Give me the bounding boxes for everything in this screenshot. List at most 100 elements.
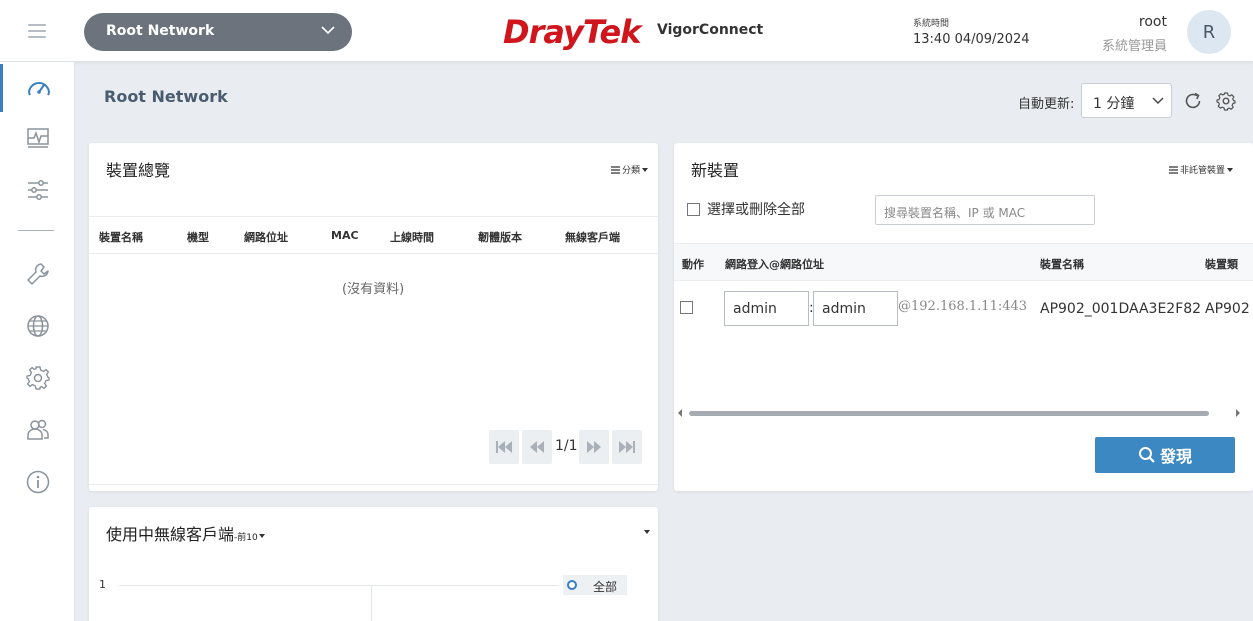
wireless-clients-title-text: 使用中無線客戶端 [106,525,235,544]
column-header[interactable]: 機型 [187,229,209,245]
legend-label: 全部 [593,580,618,594]
auto-refresh-label: 自動更新: [1018,97,1075,112]
horizontal-scrollbar[interactable] [677,405,1241,421]
unmanaged-menu-label: 非託管裝置 [1180,166,1226,176]
select-all-label: 選擇或刪除全部 [707,202,805,218]
discover-button[interactable]: 發現 [1095,437,1235,473]
auto-refresh-select[interactable]: 1 分鐘 [1081,83,1172,118]
sidebar-item-network[interactable] [0,302,75,350]
device-search-input[interactable]: 搜尋裝置名稱、IP 或 MAC [875,195,1095,225]
column-header[interactable]: 上線時間 [390,229,434,245]
sidebar-item-system[interactable] [0,354,75,402]
new-devices-table-header: 動作 網路登入@網路位址 裝置名稱 裝置類 [674,243,1253,281]
last-page-button[interactable] [612,430,642,464]
prev-page-button[interactable] [522,430,552,464]
category-menu-label: 分類 [622,166,641,176]
auto-refresh-value: 1 分鐘 [1093,96,1135,112]
dashboard-icon [28,82,50,96]
username-value: admin [733,301,777,317]
discover-label: 發現 [1159,447,1192,466]
caret-down-icon [1227,167,1234,172]
refresh-icon[interactable] [1182,90,1204,112]
password-value: admin [822,301,866,317]
select-all-checkbox[interactable] [687,203,700,216]
column-header[interactable]: 裝置名稱 [99,229,143,245]
legend-item-all[interactable]: 全部 [563,575,627,595]
network-selector-label: Root Network [106,23,215,39]
unmanaged-devices-menu[interactable]: 非託管裝置 [1169,163,1234,176]
sidebar-item-about[interactable] [0,458,75,506]
chart-gridline [119,585,559,586]
panel-footer-divider [89,484,658,485]
password-input[interactable]: admin [813,291,898,326]
list-icon [611,165,620,174]
draytek-logo: DrayTek [503,12,641,52]
device-overview-table-header: 裝置名稱 機型 網路位址 MAC 上線時間 韌體版本 無線客戶端 [89,216,658,254]
rewind-icon [530,441,544,453]
caret-down-icon [258,533,265,538]
sidebar-item-dashboard[interactable] [0,64,75,112]
wireless-clients-title: 使用中無線客戶端-前10 [106,521,265,545]
sidebar-item-settings-sliders[interactable] [0,166,75,214]
top-header: Root Network DrayTek VigorConnect 系統時間 1… [0,0,1253,62]
device-overview-category-menu[interactable]: 分類 [611,163,649,176]
sidebar [0,62,75,621]
sidebar-item-users[interactable] [0,406,75,454]
sidebar-item-tools[interactable] [0,250,75,298]
column-header[interactable]: 裝置類 [1205,256,1238,272]
scroll-right-icon [1236,409,1240,417]
username-input[interactable]: admin [724,291,809,326]
monitor-icon [26,128,49,148]
row-select-checkbox[interactable] [680,301,693,314]
chart-gridline-vertical [371,585,372,621]
user-name: root [1138,14,1167,30]
new-devices-title: 新裝置 [691,161,740,180]
network-selector[interactable]: Root Network [84,13,352,51]
column-header[interactable]: 網路位址 [244,229,288,245]
chevron-down-icon [1152,97,1164,104]
column-header[interactable]: MAC [331,229,359,242]
device-overview-title: 裝置總覽 [106,161,171,180]
panel-dropdown-icon[interactable] [644,530,650,534]
user-role: 系統管理員 [1101,39,1167,54]
settings-gear-icon[interactable] [1215,90,1237,112]
globe-icon [26,315,49,337]
next-page-button[interactable] [579,430,609,464]
system-time-value: 13:40 04/09/2024 [913,32,1030,47]
caret-down-icon [642,167,649,172]
device-address: @192.168.1.11:443 [898,299,1028,314]
search-placeholder: 搜尋裝置名稱、IP 或 MAC [884,206,1026,220]
sidebar-item-monitor[interactable] [0,114,75,162]
page-indicator: 1/1 [555,438,578,454]
fast-forward-icon [587,441,601,453]
column-header[interactable]: 裝置名稱 [1040,256,1084,272]
avatar[interactable]: R [1187,10,1231,54]
skip-last-icon [619,441,635,453]
column-header[interactable]: 無線客戶端 [565,229,620,245]
sliders-icon [27,180,48,200]
device-name: AP902_001DAA3E2F82 [1040,301,1202,317]
app-name: VigorConnect [657,22,764,38]
legend-marker [567,580,577,590]
scrollbar-thumb[interactable] [689,411,1209,416]
first-page-button[interactable] [489,430,519,464]
no-data-message: (沒有資料) [342,282,405,297]
list-icon [1169,165,1178,174]
search-icon [1138,447,1155,463]
skip-first-icon [496,441,512,453]
top-ten-label[interactable]: -前10 [234,533,258,543]
column-header[interactable]: 韌體版本 [478,229,522,245]
column-header[interactable]: 動作 [682,256,704,272]
sidebar-divider [18,230,54,231]
system-time-label: 系統時間 [913,19,950,29]
column-header[interactable]: 網路登入@網路位址 [725,256,824,272]
menu-toggle-icon[interactable] [28,24,46,38]
gear-icon [25,366,50,390]
page-title: Root Network [104,87,228,106]
device-type: AP902 [1205,301,1250,317]
y-axis-tick: 1 [99,578,106,591]
wrench-icon [26,263,49,285]
brand-name: DrayTek [503,13,641,51]
chevron-down-icon [321,26,335,35]
users-icon [26,419,49,440]
